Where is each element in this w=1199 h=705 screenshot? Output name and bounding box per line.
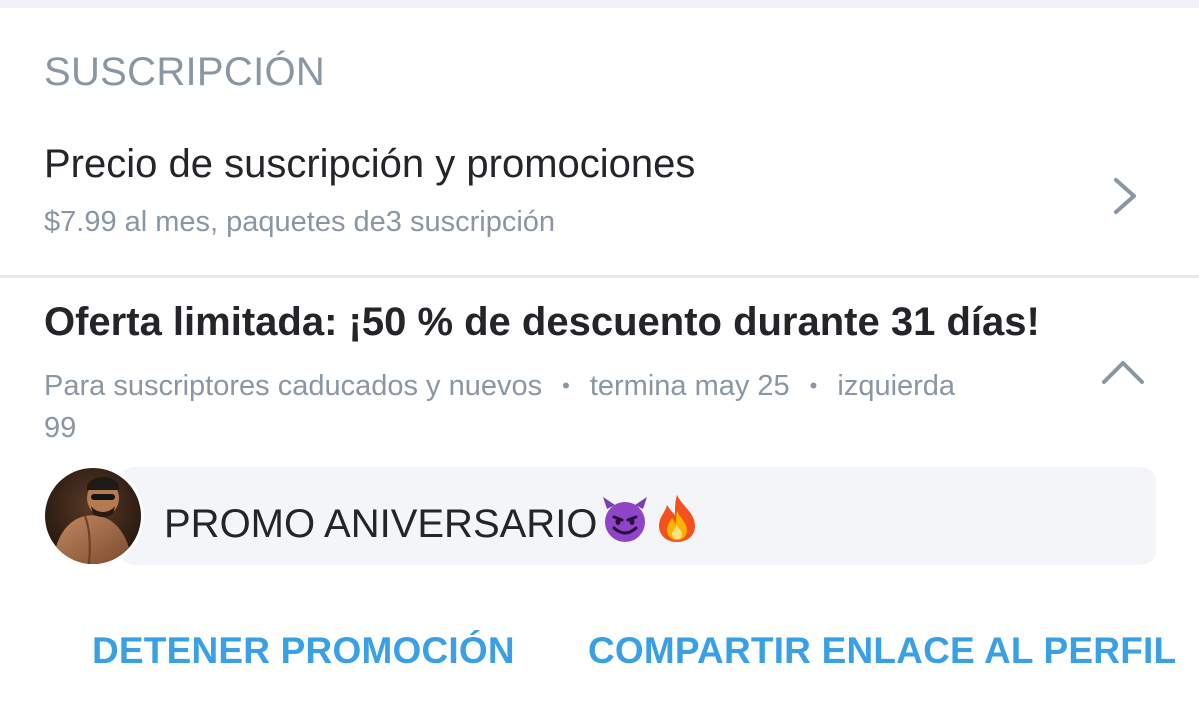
chevron-up-icon[interactable] xyxy=(1100,356,1146,388)
subscription-price-row[interactable]: Precio de suscripción y promociones $7.9… xyxy=(0,130,1199,276)
meta-separator: • xyxy=(562,373,570,398)
avatar-image xyxy=(45,468,141,564)
price-row-subtitle: $7.99 al mes, paquetes de3 suscripción xyxy=(44,206,556,238)
promo-audience: Para suscriptores caducados y nuevos xyxy=(44,370,543,402)
promo-message-text: PROMO ANIVERSARIO xyxy=(164,502,598,546)
avatar[interactable] xyxy=(42,465,144,567)
share-profile-link-button[interactable]: COMPARTIR ENLACE AL PERFIL xyxy=(588,630,1176,672)
promo-message-bubble: PROMO ANIVERSARIO xyxy=(120,467,1156,565)
promo-meta: Para suscriptores caducados y nuevos • ter… xyxy=(44,365,1084,449)
fire-emoji-icon xyxy=(659,495,696,542)
promo-left-count: 99 xyxy=(44,412,77,444)
top-band xyxy=(0,0,1199,8)
stop-promotion-button[interactable]: DETENER PROMOCIÓN xyxy=(92,630,515,672)
section-header: SUSCRIPCIÓN xyxy=(44,50,326,94)
promo-title: Oferta limitada: ¡50 % de descuento dura… xyxy=(44,300,1040,344)
promo-end-date: termina may 25 xyxy=(589,370,790,402)
smiling-devil-emoji-icon xyxy=(603,497,648,542)
chevron-right-icon xyxy=(1114,178,1136,214)
meta-separator: • xyxy=(809,373,818,398)
price-row-title: Precio de suscripción y promociones xyxy=(44,142,696,186)
section-divider xyxy=(0,275,1199,278)
promo-message: PROMO ANIVERSARIO xyxy=(164,493,701,547)
promo-left-label: izquierda xyxy=(837,370,956,402)
